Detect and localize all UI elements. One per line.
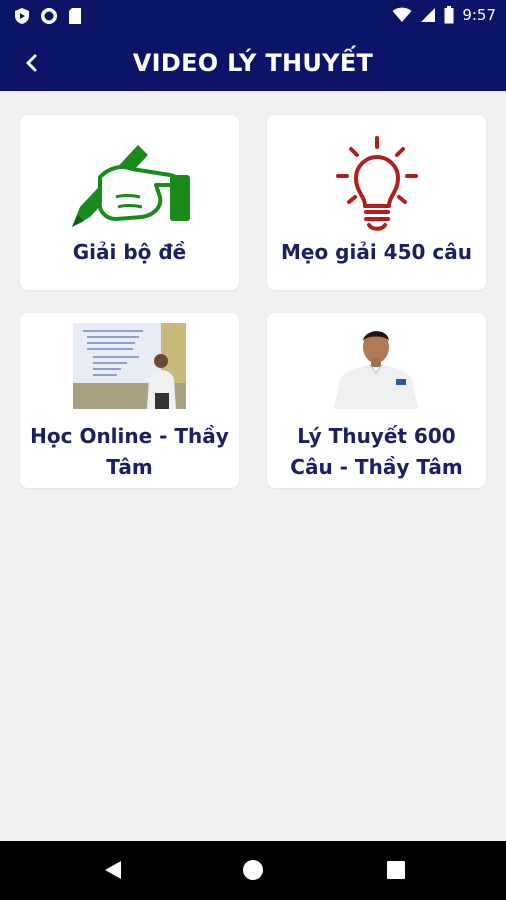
status-bar: 9:57 (0, 0, 506, 34)
app-bar: VIDEO LÝ THUYẾT (0, 34, 506, 91)
sd-card-icon (69, 8, 81, 24)
home-circle-icon (243, 860, 263, 880)
lightbulb-icon (336, 136, 418, 236)
back-triangle-icon (105, 861, 121, 879)
wifi-icon (392, 7, 412, 22)
nav-back-button[interactable] (103, 859, 123, 885)
card-hoc-online[interactable]: Học Online - Thầy Tâm (20, 313, 239, 488)
card-label: Lý Thuyết 600 Câu - Thầy Tâm (290, 424, 463, 479)
nav-recents-button[interactable] (386, 859, 406, 885)
card-meo-giai[interactable]: Mẹo giải 450 câu (267, 115, 486, 290)
clock: 9:57 (462, 6, 496, 24)
card-label: Mẹo giải 450 câu (281, 240, 472, 264)
lecturer-presentation-photo (73, 323, 186, 409)
recents-square-icon (387, 861, 405, 879)
pen-in-hand-icon (66, 137, 194, 233)
card-label: Học Online - Thầy Tâm (30, 424, 229, 479)
signal-icon (421, 8, 436, 22)
record-icon (41, 8, 57, 24)
nav-home-button[interactable] (242, 859, 264, 885)
card-label: Giải bộ đề (72, 240, 187, 264)
page-title: VIDEO LÝ THUYẾT (132, 49, 374, 77)
card-ly-thuyet-600[interactable]: Lý Thuyết 600 Câu - Thầy Tâm (267, 313, 486, 488)
card-giai-bo-de[interactable]: Giải bộ đề (20, 115, 239, 290)
shield-play-icon (15, 8, 29, 24)
battery-icon (444, 6, 454, 24)
lecturer-portrait-photo (320, 321, 433, 409)
navigation-bar (0, 841, 506, 900)
